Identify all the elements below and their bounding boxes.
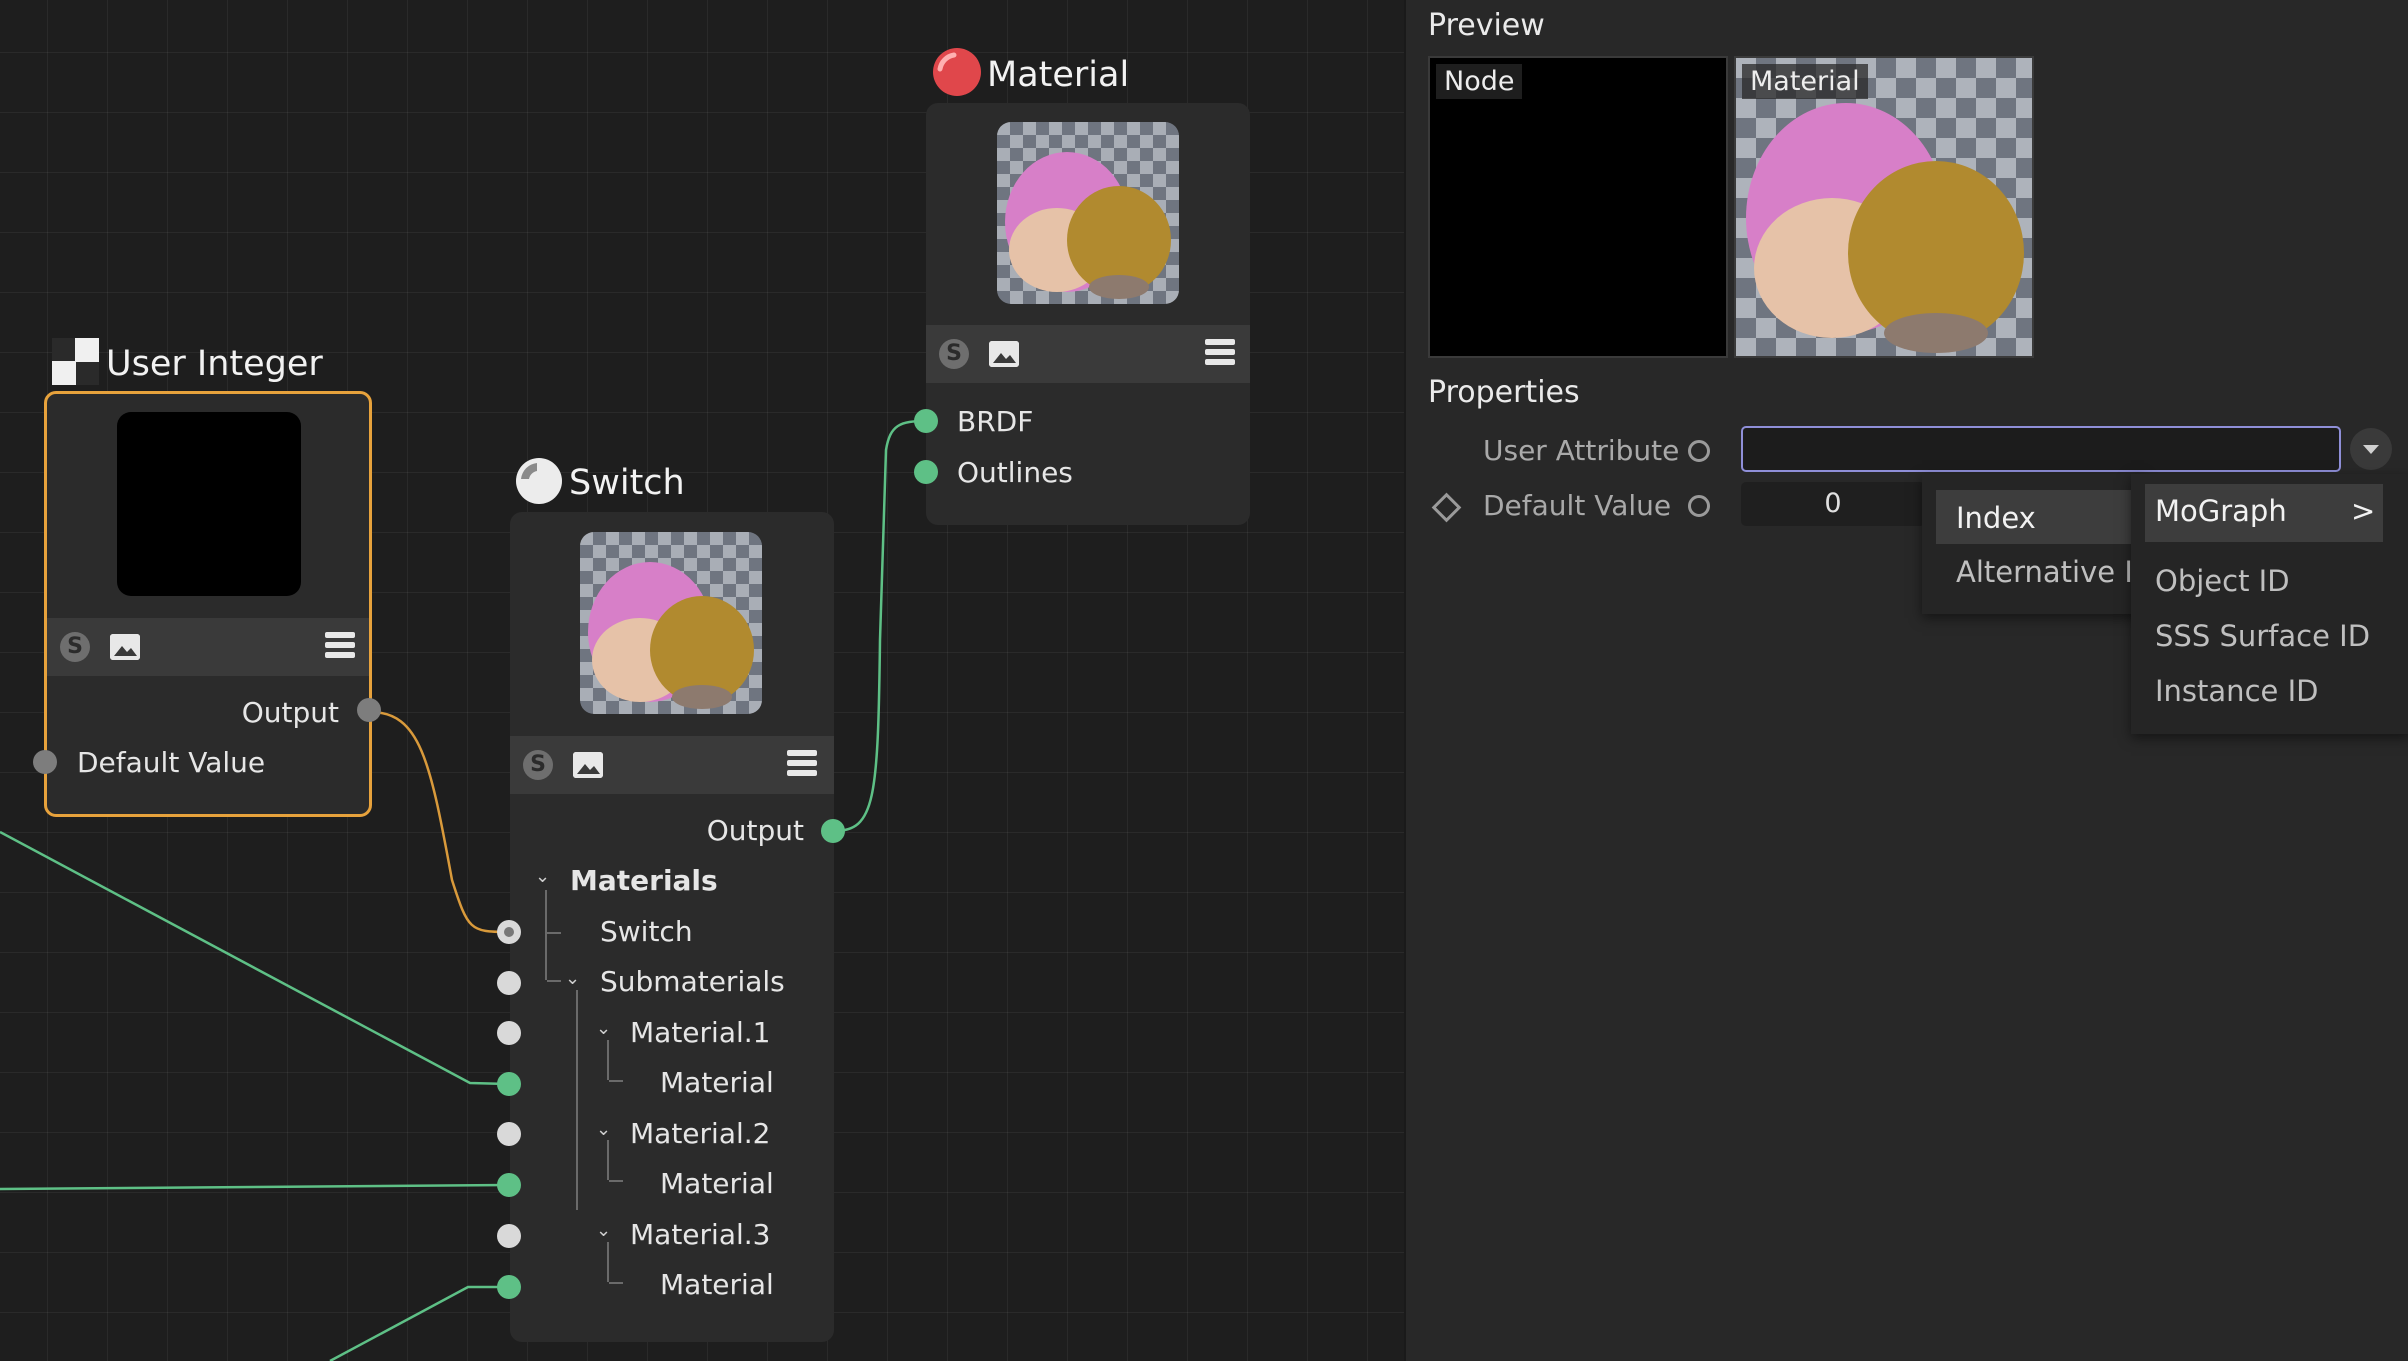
user-integer-toolbar: S (47, 618, 369, 676)
material-outlines-label: Outlines (957, 456, 1073, 489)
menu-icon[interactable] (787, 750, 817, 780)
menu-icon[interactable] (325, 632, 355, 662)
wire-userint-to-switch (369, 710, 509, 934)
material1-child-input-port[interactable] (497, 1072, 521, 1096)
tree-line (545, 890, 547, 980)
image-icon[interactable] (989, 341, 1019, 367)
wire-switch-to-brdf (833, 419, 927, 833)
wire-left-to-material1 (0, 830, 509, 1086)
shader-s-icon[interactable]: S (939, 339, 969, 369)
wire-left-to-material3 (329, 1285, 508, 1361)
default-value-label: Default Value (1483, 489, 1672, 522)
chevron-down-icon[interactable]: ⌄ (596, 1119, 611, 1140)
material-outlines-port[interactable] (914, 460, 938, 484)
switch-input-port[interactable] (497, 920, 521, 944)
switch-toolbar: S (510, 736, 834, 794)
material-brdf-label: BRDF (957, 405, 1034, 438)
tree-materials[interactable]: Materials (570, 864, 718, 897)
tree-submaterials[interactable]: Submaterials (600, 965, 785, 998)
tree-material-3[interactable]: Material.3 (630, 1218, 770, 1251)
tree-line (576, 990, 578, 1210)
default-value-input[interactable]: 0 (1741, 482, 1925, 526)
switch-preview (580, 532, 762, 714)
material-preview-large: Material (1734, 56, 2034, 358)
menu-item-sss-surface-id[interactable]: SSS Surface ID (2155, 619, 2370, 653)
checker-icon (52, 338, 99, 385)
material-preview (997, 122, 1179, 304)
material2-child-input-port[interactable] (497, 1173, 521, 1197)
material-preview-tag: Material (1742, 64, 1868, 99)
chevron-down-icon[interactable]: ⌄ (596, 1018, 611, 1039)
menu-item-object-id[interactable]: Object ID (2155, 564, 2290, 598)
user-integer-title[interactable]: User Integer (106, 344, 323, 384)
tree-line (609, 1180, 623, 1182)
chevron-down-icon[interactable]: ⌄ (596, 1220, 611, 1241)
default-value-animate-diamond[interactable] (1431, 492, 1462, 523)
material3-input-port[interactable] (497, 1224, 521, 1248)
node-preview: Node (1428, 56, 1728, 358)
tree-material-1-child[interactable]: Material (660, 1066, 774, 1099)
menu-item-index[interactable]: Index (1956, 501, 2036, 535)
material-ball-icon (932, 47, 982, 97)
material-title[interactable]: Material (987, 55, 1129, 95)
node-preview-tag: Node (1436, 64, 1523, 99)
switch-output-port[interactable] (821, 819, 845, 843)
mograph-submenu: MoGraph > Object ID SSS Surface ID Insta… (2131, 474, 2408, 734)
user-attribute-label: User Attribute (1483, 434, 1680, 467)
menu-icon[interactable] (1205, 339, 1235, 369)
tree-line (547, 932, 561, 934)
switch-node-icon (515, 457, 563, 505)
material-toolbar: S (926, 325, 1250, 383)
submenu-arrow-icon: > (2351, 494, 2376, 528)
material3-child-input-port[interactable] (497, 1275, 521, 1299)
user-integer-output-label: Output (241, 696, 339, 729)
default-value-keyframe-radio[interactable] (1688, 495, 1710, 517)
properties-heading: Properties (1428, 375, 1580, 410)
user-attribute-input[interactable] (1741, 426, 2341, 472)
chevron-down-icon (2363, 445, 2379, 454)
switch-output-label: Output (706, 814, 804, 847)
image-icon[interactable] (573, 752, 603, 778)
attribute-panel: Preview Node Material Properties User At… (1404, 0, 2408, 1361)
switch-node[interactable]: S Output ⌄ Materials Switch ⌄ Submateria… (510, 512, 834, 1342)
chevron-down-icon[interactable]: ⌄ (535, 866, 550, 887)
node-editor[interactable]: User Integer S Output Default Value Swit… (0, 0, 1404, 1361)
image-icon[interactable] (110, 634, 140, 660)
tree-line (609, 1080, 623, 1082)
user-integer-default-port[interactable] (33, 750, 57, 774)
tree-material-2[interactable]: Material.2 (630, 1117, 770, 1150)
user-integer-node[interactable]: S Output Default Value (44, 391, 372, 817)
user-attribute-dropdown-button[interactable] (2350, 428, 2392, 470)
tree-line (607, 1040, 609, 1080)
tree-line (607, 1242, 609, 1282)
preview-heading: Preview (1428, 8, 1545, 43)
tree-material-3-child[interactable]: Material (660, 1268, 774, 1301)
menu-item-mograph[interactable]: MoGraph (2155, 494, 2287, 528)
attribute-dropdown-menu: Index Alternative ID (1922, 474, 2155, 614)
tree-switch[interactable]: Switch (600, 915, 693, 948)
user-integer-default-label: Default Value (77, 746, 266, 779)
tree-material-1[interactable]: Material.1 (630, 1016, 770, 1049)
material-brdf-port[interactable] (914, 409, 938, 433)
material-node[interactable]: S BRDF Outlines (926, 103, 1250, 525)
shader-s-icon[interactable]: S (523, 750, 553, 780)
user-attribute-keyframe-radio[interactable] (1688, 440, 1710, 462)
shader-s-icon[interactable]: S (60, 632, 90, 662)
material2-input-port[interactable] (497, 1122, 521, 1146)
chevron-down-icon[interactable]: ⌄ (565, 968, 580, 989)
tree-line (547, 980, 561, 982)
wire-left-to-material2 (0, 1183, 509, 1191)
user-integer-preview (117, 412, 301, 596)
submaterials-input-port[interactable] (497, 971, 521, 995)
default-value-text: 0 (1824, 488, 1842, 519)
tree-line (607, 1140, 609, 1180)
tree-line (609, 1282, 623, 1284)
menu-item-alternative-id[interactable]: Alternative ID (1956, 555, 2155, 589)
material1-input-port[interactable] (497, 1021, 521, 1045)
switch-title[interactable]: Switch (569, 463, 685, 503)
menu-item-instance-id[interactable]: Instance ID (2155, 674, 2318, 708)
user-integer-output-port[interactable] (357, 698, 381, 722)
tree-material-2-child[interactable]: Material (660, 1167, 774, 1200)
